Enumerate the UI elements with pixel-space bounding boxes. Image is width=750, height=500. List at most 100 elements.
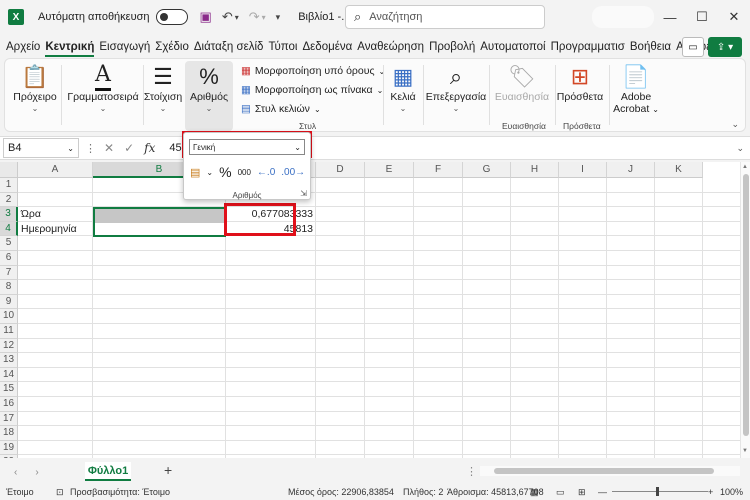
row-header-13[interactable]: 13 [0, 353, 18, 368]
row-header-15[interactable]: 15 [0, 382, 18, 397]
font-button[interactable]: A Γραμματοσειρά ⌄ [65, 63, 141, 114]
increase-decimal-icon[interactable]: ←.0 [257, 167, 275, 178]
column-header-k[interactable]: K [655, 162, 703, 178]
sheet-tab-active[interactable]: Φύλλο1 [85, 462, 131, 481]
row-header-7[interactable]: 7 [0, 265, 18, 281]
tab-4[interactable]: Διάταξη σελίδ [194, 41, 264, 53]
format-as-table-button[interactable]: ▦ Μορφοποίηση ως πίνακα ⌄ [241, 84, 383, 96]
row-header-17[interactable]: 17 [0, 411, 18, 427]
row-header-9[interactable]: 9 [0, 294, 18, 310]
tab-11[interactable]: Βοήθεια [630, 41, 671, 53]
row-header-6[interactable]: 6 [0, 251, 18, 266]
row-header-8[interactable]: 8 [0, 280, 18, 295]
row-header-1[interactable]: 1 [0, 178, 18, 193]
decrease-decimal-icon[interactable]: .00→ [281, 167, 305, 178]
share-button[interactable]: ⇪ ▾ [708, 37, 742, 57]
row-header-12[interactable]: 12 [0, 338, 18, 354]
comments-button[interactable]: ▭ [682, 37, 704, 57]
chevron-down-icon[interactable]: ⌄ [206, 168, 213, 177]
accessibility-icon[interactable]: ⊡ [56, 487, 64, 498]
prev-sheet-icon[interactable]: ‹ [14, 467, 17, 478]
cell-styles-button[interactable]: ▤ Στυλ κελιών ⌄ [241, 103, 321, 115]
column-header-f[interactable]: F [414, 162, 463, 178]
horizontal-scroll-thumb[interactable] [494, 468, 714, 474]
page-break-icon[interactable]: ⊞ [578, 487, 586, 498]
name-box[interactable]: B4 ⌄ [3, 138, 79, 158]
zoom-in-icon[interactable]: + [708, 487, 713, 497]
row-header-3[interactable]: 3 [0, 207, 18, 222]
undo-icon[interactable]: ↶ [222, 9, 233, 25]
search-input[interactable]: ⌕ Αναζήτηση [345, 5, 545, 29]
sensitivity-button[interactable]: 🏷 Ευαισθησία [491, 63, 553, 103]
column-header-e[interactable]: E [365, 162, 414, 178]
account-avatar[interactable] [592, 6, 654, 28]
accessibility-status[interactable]: Προσβασιμότητα: Έτοιμο [70, 487, 170, 497]
tab-0[interactable]: Αρχείο [6, 41, 40, 53]
close-button[interactable]: ✕ [718, 0, 750, 34]
zoom-out-icon[interactable]: — [598, 487, 607, 497]
scroll-up-icon[interactable]: ▲ [742, 164, 748, 170]
accounting-format-icon[interactable]: ▤ [190, 166, 200, 179]
row-header-4[interactable]: 4 [0, 221, 18, 237]
comma-style-button[interactable]: 000 [238, 168, 251, 177]
page-layout-icon[interactable]: ▭ [556, 487, 565, 498]
row-header-11[interactable]: 11 [0, 324, 18, 339]
cell-a4[interactable]: Ημερομηνία [18, 222, 93, 237]
zoom-level[interactable]: 100% [720, 487, 743, 497]
undo-dropdown-icon[interactable]: ▾ [235, 13, 239, 22]
column-header-j[interactable]: J [607, 162, 655, 178]
zoom-slider[interactable] [612, 491, 708, 492]
vertical-scroll-thumb[interactable] [743, 174, 749, 436]
select-all-corner[interactable] [0, 162, 18, 178]
cells-button[interactable]: ▦ Κελιά ⌄ [385, 63, 421, 113]
save-icon[interactable]: ▣ [200, 9, 212, 25]
tab-8[interactable]: Προβολή [429, 41, 475, 53]
row-header-20[interactable]: 20 [0, 455, 18, 458]
ribbon-collapse-icon[interactable]: ⌄ [731, 119, 739, 130]
enter-icon[interactable]: ✓ [124, 141, 134, 155]
tab-3[interactable]: Σχέδιο [155, 41, 189, 53]
row-header-16[interactable]: 16 [0, 397, 18, 412]
adobe-acrobat-button[interactable]: 📄 Adobe Acrobat ⌄ [611, 63, 661, 115]
row-header-18[interactable]: 18 [0, 426, 18, 441]
expand-formula-bar-icon[interactable]: ⌄ [736, 143, 744, 154]
minimize-button[interactable]: — [654, 0, 686, 34]
number-button[interactable]: % Αριθμός ⌄ [185, 63, 233, 113]
conditional-formatting-button[interactable]: ▦ Μορφοποίηση υπό όρους ⌄ [241, 65, 385, 77]
insert-function-icon[interactable]: fx [144, 141, 155, 155]
number-format-dropdown[interactable]: Γενική ⌄ [189, 139, 305, 155]
vertical-scrollbar[interactable]: ▲ ▼ [740, 162, 750, 458]
tab-5[interactable]: Τύποι [268, 41, 297, 53]
maximize-button[interactable]: ☐ [686, 0, 718, 34]
sheet-tabs-more-icon[interactable]: ⋮ [466, 465, 477, 478]
redo-dropdown-icon[interactable]: ▾ [262, 13, 266, 22]
row-header-5[interactable]: 5 [0, 236, 18, 251]
more-options-icon[interactable]: ⋮ [85, 142, 96, 155]
normal-view-icon[interactable]: ▦ [530, 487, 539, 498]
alignment-button[interactable]: ☰ Στοίχιση ⌄ [141, 63, 185, 113]
row-header-14[interactable]: 14 [0, 367, 18, 383]
addins-button[interactable]: ⊞ Πρόσθετα [557, 63, 603, 103]
worksheet-grid[interactable]: ABCDEFGHIJK12345678910111213141516171819… [0, 162, 740, 458]
tab-9[interactable]: Αυτοματοποί [480, 41, 545, 53]
zoom-slider-handle[interactable] [656, 487, 659, 496]
next-sheet-icon[interactable]: › [35, 467, 38, 478]
redo-icon[interactable]: ↷ [249, 9, 260, 25]
row-header-10[interactable]: 10 [0, 309, 18, 324]
column-header-a[interactable]: A [18, 162, 93, 178]
percent-style-button[interactable]: % [219, 164, 231, 180]
tab-10[interactable]: Προγραμματισ [551, 41, 625, 53]
tab-2[interactable]: Εισαγωγή [99, 41, 150, 53]
scroll-down-icon[interactable]: ▼ [742, 448, 748, 454]
column-header-g[interactable]: G [463, 162, 511, 178]
column-header-d[interactable]: D [316, 162, 365, 178]
customize-toolbar-icon[interactable]: ▾ [276, 12, 281, 23]
tab-6[interactable]: Δεδομένα [303, 41, 353, 53]
add-sheet-button[interactable]: + [164, 462, 172, 478]
row-header-19[interactable]: 19 [0, 440, 18, 456]
column-header-h[interactable]: H [511, 162, 559, 178]
tab-7[interactable]: Αναθεώρηση [357, 41, 424, 53]
clipboard-button[interactable]: 📋 Πρόχειρο ⌄ [13, 63, 57, 113]
editing-button[interactable]: ⌕ Επεξεργασία ⌄ [425, 63, 487, 113]
row-header-2[interactable]: 2 [0, 192, 18, 208]
